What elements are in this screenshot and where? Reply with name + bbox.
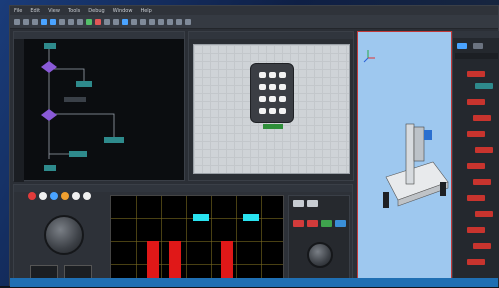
block-icon-blue[interactable] bbox=[457, 43, 467, 49]
main-toolbar bbox=[10, 15, 498, 29]
stop-button[interactable] bbox=[307, 220, 318, 227]
menu-tools[interactable]: Tools bbox=[68, 8, 80, 14]
stop-button[interactable] bbox=[293, 220, 304, 227]
mode-button[interactable] bbox=[335, 220, 346, 227]
axis-gizmo-icon bbox=[363, 50, 375, 63]
help-icon[interactable] bbox=[185, 18, 191, 25]
grid-icon[interactable] bbox=[167, 18, 173, 25]
open-icon[interactable] bbox=[23, 18, 29, 25]
flow-decision-1[interactable] bbox=[41, 61, 57, 73]
menu-debug[interactable]: Debug bbox=[88, 8, 104, 14]
3d-scene[interactable] bbox=[358, 32, 453, 288]
save-icon[interactable] bbox=[32, 18, 38, 25]
flow-block-action-3[interactable] bbox=[69, 151, 87, 157]
led-blue[interactable] bbox=[50, 192, 58, 200]
block-item[interactable] bbox=[467, 99, 485, 105]
keypad-connector bbox=[263, 124, 283, 129]
block-list-panel bbox=[452, 31, 499, 287]
zoom-out-icon[interactable] bbox=[158, 18, 164, 25]
block-list-titlebar bbox=[453, 31, 499, 38]
cut-icon[interactable] bbox=[59, 18, 65, 25]
block-item[interactable] bbox=[467, 71, 485, 77]
block-item[interactable] bbox=[467, 259, 485, 265]
start-button[interactable] bbox=[321, 220, 332, 227]
block-item[interactable] bbox=[473, 115, 491, 121]
block-item[interactable] bbox=[475, 147, 493, 153]
step-icon[interactable] bbox=[104, 18, 110, 25]
block-item[interactable] bbox=[467, 131, 485, 137]
flowchart-diagram[interactable] bbox=[24, 39, 184, 180]
led-white-3[interactable] bbox=[83, 192, 91, 200]
block-item[interactable] bbox=[473, 179, 491, 185]
led-orange[interactable] bbox=[61, 192, 69, 200]
flow-block-start[interactable] bbox=[44, 43, 56, 49]
upload-icon[interactable] bbox=[131, 18, 137, 25]
signal-pulse-cyan bbox=[193, 214, 209, 221]
signal-pulse-cyan bbox=[243, 214, 259, 221]
led-row bbox=[28, 192, 104, 200]
controller-box bbox=[288, 195, 350, 283]
block-item[interactable] bbox=[467, 227, 485, 233]
block-item[interactable] bbox=[475, 211, 493, 217]
instruments-panel bbox=[13, 184, 353, 287]
block-icon-grey[interactable] bbox=[473, 43, 483, 49]
flow-block-end[interactable] bbox=[44, 165, 56, 171]
control-button[interactable] bbox=[293, 200, 304, 207]
stop-icon[interactable] bbox=[95, 18, 101, 25]
layers-icon[interactable] bbox=[176, 18, 182, 25]
paste-icon[interactable] bbox=[77, 18, 83, 25]
settings-icon[interactable] bbox=[140, 18, 146, 25]
zoom-in-icon[interactable] bbox=[149, 18, 155, 25]
led-red[interactable] bbox=[28, 192, 36, 200]
debug-icon[interactable] bbox=[113, 18, 119, 25]
block-item[interactable] bbox=[467, 163, 485, 169]
line-number-gutter bbox=[14, 39, 24, 182]
menu-edit[interactable]: Edit bbox=[30, 8, 40, 14]
block-item[interactable] bbox=[475, 83, 493, 89]
undo-icon[interactable] bbox=[41, 18, 47, 25]
run-icon[interactable] bbox=[86, 18, 92, 25]
menu-view[interactable]: View bbox=[48, 8, 60, 14]
build-icon[interactable] bbox=[122, 18, 128, 25]
led-white[interactable] bbox=[39, 192, 47, 200]
design-canvas-panel bbox=[188, 31, 354, 181]
menu-file[interactable]: File bbox=[14, 8, 22, 14]
flow-decision-2[interactable] bbox=[41, 109, 57, 121]
speed-knob-icon[interactable] bbox=[307, 242, 333, 268]
machine-foot bbox=[383, 192, 389, 208]
3d-view-panel[interactable] bbox=[357, 31, 452, 287]
instruments-titlebar bbox=[14, 185, 352, 192]
flowchart-panel-titlebar bbox=[14, 32, 184, 39]
rotary-knob-icon[interactable] bbox=[44, 215, 84, 255]
app-window: File Edit View Tools Debug Window Help bbox=[9, 5, 499, 287]
design-grid-canvas[interactable] bbox=[193, 44, 350, 174]
menu-window[interactable]: Window bbox=[113, 8, 133, 14]
menu-help[interactable]: Help bbox=[140, 8, 151, 14]
menu-bar: File Edit View Tools Debug Window Help bbox=[10, 6, 498, 15]
new-icon[interactable] bbox=[14, 18, 20, 25]
flowchart-panel[interactable] bbox=[13, 31, 185, 182]
flow-block-comment-1[interactable] bbox=[64, 97, 86, 102]
flow-block-action-1[interactable] bbox=[76, 81, 92, 87]
oscilloscope-display bbox=[110, 195, 284, 286]
control-button[interactable] bbox=[307, 200, 318, 207]
design-panel-titlebar bbox=[189, 32, 353, 39]
redo-icon[interactable] bbox=[50, 18, 56, 25]
led-white-2[interactable] bbox=[72, 192, 80, 200]
seven-seg-display-2 bbox=[64, 265, 92, 279]
flow-block-action-2[interactable] bbox=[104, 137, 124, 143]
block-item[interactable] bbox=[473, 243, 491, 249]
keypad-icon[interactable] bbox=[250, 63, 294, 129]
machine-column bbox=[405, 123, 415, 185]
block-item[interactable] bbox=[467, 195, 485, 201]
seven-seg-display-1 bbox=[30, 265, 58, 279]
copy-icon[interactable] bbox=[68, 18, 74, 25]
